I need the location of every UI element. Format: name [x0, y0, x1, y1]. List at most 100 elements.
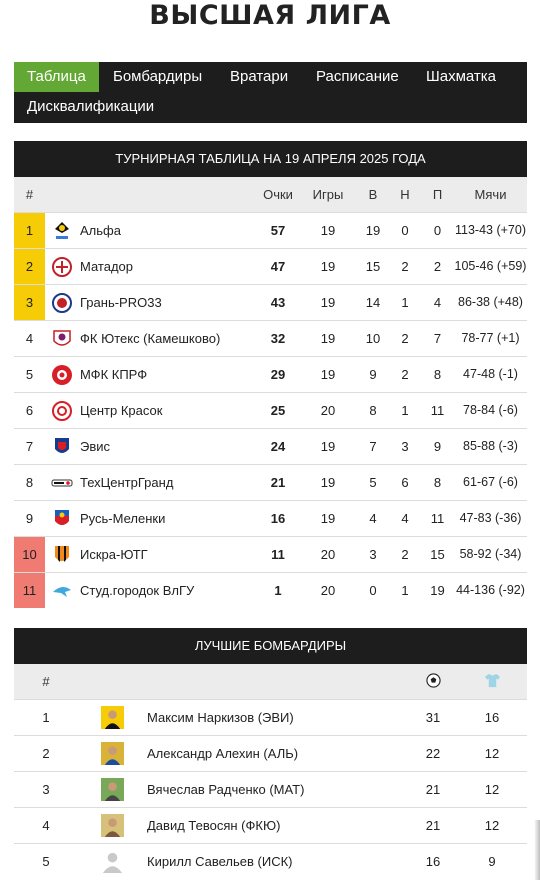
team-logo-icon-iskra-utg [51, 544, 73, 566]
draws: 6 [389, 464, 421, 501]
games: 20 [299, 392, 357, 429]
games: 19 [299, 248, 357, 285]
points: 25 [257, 392, 299, 429]
table-row: 1 Максим Наркизов (ЭВИ) 31 16 [14, 699, 527, 736]
team-logo-icon-techcentrgrand [51, 472, 73, 494]
losses: 11 [421, 392, 454, 429]
draws: 2 [389, 320, 421, 357]
games: 19 [299, 500, 357, 537]
team-cell[interactable]: МФК КПРФ [45, 356, 257, 393]
goals-diff: 47-83 (-36) [454, 500, 527, 537]
table-row: 3 Грань-PRO33 43 19 14 1 4 86-38 (+48) [14, 284, 527, 321]
col-photo [78, 664, 147, 700]
standings-table: # Очки Игры В Н П Мячи 1 Альфа 57 19 19 0 0 113… [14, 177, 527, 608]
tab-disqualifications[interactable]: Дисквалификации [14, 92, 167, 122]
games: 19 [299, 356, 357, 393]
col-points[interactable]: Очки [257, 177, 299, 213]
player-name[interactable]: Александр Алехин (АЛЬ) [147, 735, 409, 772]
losses: 0 [421, 212, 454, 249]
losses: 4 [421, 284, 454, 321]
col-goals[interactable]: Мячи [454, 177, 527, 213]
col-wins[interactable]: В [357, 177, 389, 213]
player-name[interactable]: Максим Наркизов (ЭВИ) [147, 699, 409, 736]
team-cell[interactable]: ФК Ютекс (Камешково) [45, 320, 257, 357]
tab-goalkeepers[interactable]: Вратари [217, 62, 301, 92]
page-title: ВЫСШАЯ ЛИГА [149, 0, 391, 31]
team-cell[interactable]: Альфа [45, 212, 257, 249]
team-cell[interactable]: ТехЦентрГранд [45, 464, 257, 501]
team-name[interactable]: Грань-PRO33 [80, 295, 162, 310]
points: 21 [257, 464, 299, 501]
team-logo-icon-kprf [51, 364, 73, 386]
table-row: 8 ТехЦентрГранд 21 19 5 6 8 61-67 (-6) [14, 464, 527, 501]
games: 12 [457, 735, 527, 772]
games: 19 [299, 464, 357, 501]
draws: 4 [389, 500, 421, 537]
goals-diff: 47-48 (-1) [454, 356, 527, 393]
losses: 9 [421, 428, 454, 465]
position: 4 [14, 320, 45, 357]
team-cell[interactable]: Эвис [45, 428, 257, 465]
position: 9 [14, 500, 45, 537]
team-cell[interactable]: Искра-ЮТГ [45, 536, 257, 573]
team-logo-icon-gran-pro33 [51, 292, 73, 314]
team-name[interactable]: Эвис [80, 439, 110, 454]
table-row: 4 ФК Ютекс (Камешково) 32 19 10 2 7 78-77 (+1) [14, 320, 527, 357]
tab-schedule[interactable]: Расписание [303, 62, 412, 92]
team-name[interactable]: Русь-Меленки [80, 511, 165, 526]
wins: 8 [357, 392, 389, 429]
team-name[interactable]: Альфа [80, 223, 121, 238]
col-losses[interactable]: П [421, 177, 454, 213]
team-cell[interactable]: Матадор [45, 248, 257, 285]
player-name[interactable]: Кирилл Савельев (ИСК) [147, 843, 409, 879]
position: 4 [14, 807, 78, 844]
table-row: 11 Студ.городок ВлГУ 1 20 0 1 19 44-136 (-92) [14, 572, 527, 608]
team-name[interactable]: МФК КПРФ [80, 367, 147, 382]
games: 16 [457, 699, 527, 736]
wins: 9 [357, 356, 389, 393]
team-cell[interactable]: Центр Красок [45, 392, 257, 429]
team-name[interactable]: Центр Красок [80, 403, 162, 418]
games: 19 [299, 320, 357, 357]
player-name[interactable]: Давид Тевосян (ФКЮ) [147, 807, 409, 844]
team-name[interactable]: Искра-ЮТГ [80, 547, 148, 562]
tab-chess[interactable]: Шахматка [413, 62, 509, 92]
table-row: 3 Вячеслав Радченко (МАТ) 21 12 [14, 771, 527, 808]
games: 12 [457, 807, 527, 844]
points: 1 [257, 572, 299, 608]
team-cell[interactable]: Студ.городок ВлГУ [45, 572, 257, 608]
table-row: 10 Искра-ЮТГ 11 20 3 2 15 58-92 (-34) [14, 536, 527, 573]
tab-table[interactable]: Таблица [14, 62, 99, 92]
table-row: 6 Центр Красок 25 20 8 1 11 78-84 (-6) [14, 392, 527, 429]
col-games[interactable]: Игры [299, 177, 357, 213]
goals-diff: 85-88 (-3) [454, 428, 527, 465]
tab-scorers[interactable]: Бомбардиры [100, 62, 215, 92]
team-logo-icon-matador [51, 256, 73, 278]
games: 20 [299, 536, 357, 573]
scroll-shadow [534, 820, 540, 880]
table-row: 4 Давид Тевосян (ФКЮ) 21 12 [14, 807, 527, 844]
col-draws[interactable]: Н [389, 177, 421, 213]
wins: 3 [357, 536, 389, 573]
col-games[interactable] [457, 664, 527, 700]
team-name[interactable]: Матадор [80, 259, 133, 274]
player-photo [78, 771, 147, 808]
goals-diff: 105-46 (+59) [454, 248, 527, 285]
ball-icon [425, 672, 441, 688]
col-goals[interactable] [409, 664, 457, 700]
team-name[interactable]: Студ.городок ВлГУ [80, 583, 194, 598]
team-logo-icon-alfa [51, 220, 73, 242]
goals-diff: 61-67 (-6) [454, 464, 527, 501]
standings-title: ТУРНИРНАЯ ТАБЛИЦА НА 19 АПРЕЛЯ 2025 ГОДА [14, 141, 527, 177]
player-photo [78, 735, 147, 772]
draws: 1 [389, 284, 421, 321]
team-cell[interactable]: Грань-PRO33 [45, 284, 257, 321]
table-row: 2 Александр Алехин (АЛЬ) 22 12 [14, 735, 527, 772]
team-name[interactable]: ТехЦентрГранд [80, 475, 173, 490]
wins: 15 [357, 248, 389, 285]
team-name[interactable]: ФК Ютекс (Камешково) [80, 331, 220, 346]
player-name[interactable]: Вячеслав Радченко (МАТ) [147, 771, 409, 808]
player-photo [78, 807, 147, 844]
team-cell[interactable]: Русь-Меленки [45, 500, 257, 537]
draws: 0 [389, 212, 421, 249]
